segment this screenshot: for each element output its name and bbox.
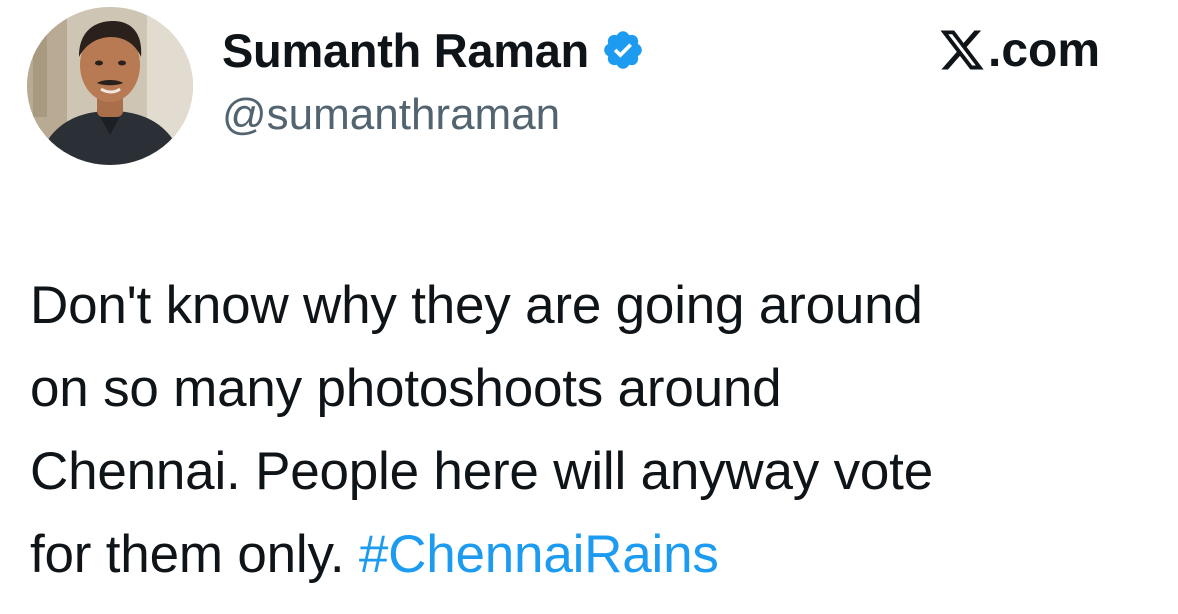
author-name-row: Sumanth Raman (222, 20, 645, 80)
tweet-text-line: on so many photoshoots around (30, 359, 782, 418)
tweet-text-line-last: for them only. #ChennaiRains (30, 513, 1150, 596)
display-name[interactable]: Sumanth Raman (222, 23, 589, 78)
tweet-text-line: Don't know why they are going around (30, 276, 923, 335)
avatar[interactable] (27, 7, 193, 165)
x-logo-icon (938, 26, 986, 74)
author-handle[interactable]: @sumanthraman (222, 90, 560, 140)
verified-badge-icon (601, 28, 645, 72)
tweet-text-segment: for them only. (30, 525, 359, 584)
source-domain: .com (988, 23, 1101, 77)
source-label: .com (938, 20, 1100, 80)
tweet-text: Don't know why they are going around on … (30, 264, 1150, 596)
hashtag-link[interactable]: #ChennaiRains (359, 525, 719, 584)
tweet-text-line: Chennai. People here will anyway vote (30, 442, 933, 501)
tweet-card: Sumanth Raman @sumanthraman .com Don't k… (0, 0, 1178, 614)
